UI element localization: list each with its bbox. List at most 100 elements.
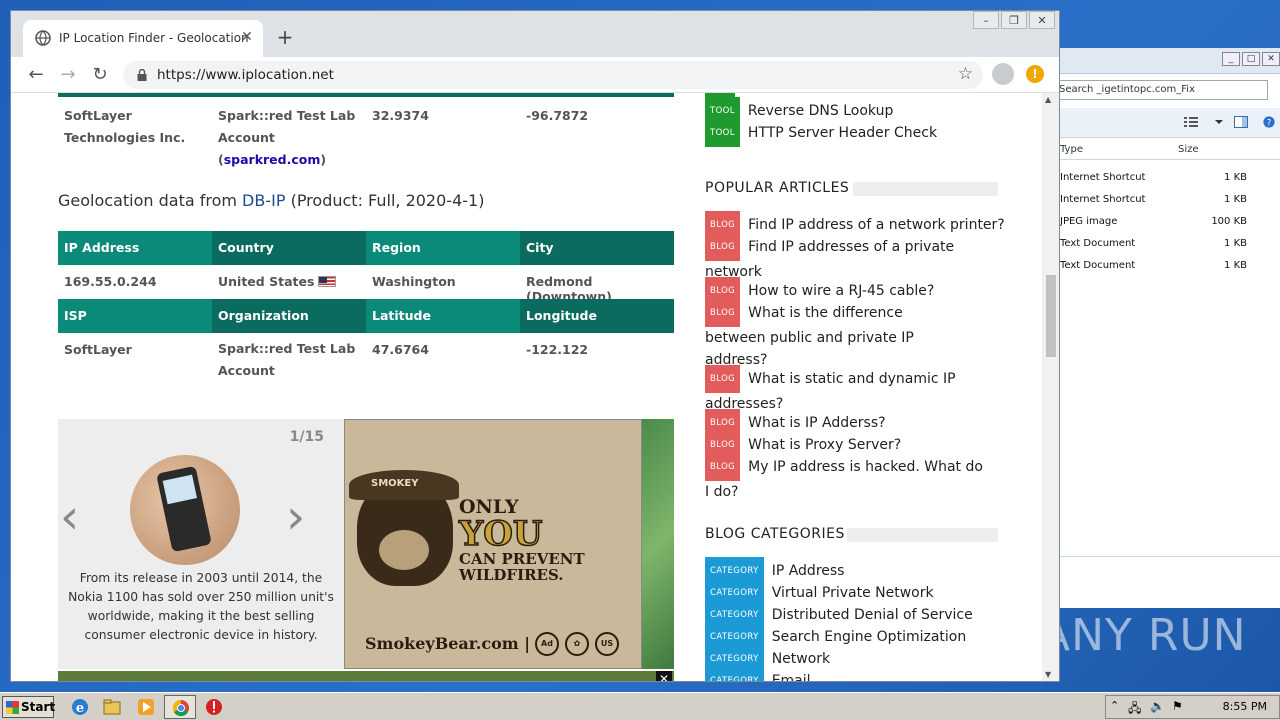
scroll-up-icon[interactable]: ▲ (1045, 95, 1051, 104)
address-bar[interactable]: https://www.iplocation.net ☆ (123, 61, 983, 89)
folder-icon[interactable] (102, 697, 122, 717)
tool-label: HTTP Server Header Check (747, 125, 938, 141)
section-heading: Geolocation data from DB-IP (Product: Fu… (58, 191, 484, 210)
file-row[interactable]: Internet Shortcut 1 KB (1056, 190, 1280, 212)
table-row: 169.55.0.244 United States Washington Re… (58, 265, 674, 304)
category-tag: CATEGORY (705, 667, 764, 681)
window-restore-icon[interactable]: ❐ (1001, 11, 1027, 29)
table-header-row: IP Address Country Region City (58, 231, 674, 265)
forward-icon[interactable]: → (57, 64, 79, 85)
column-size[interactable]: Size (1178, 144, 1199, 155)
ad-slogan-line4: WILDFIRES. (459, 566, 564, 584)
bottom-ad-banner: ✕ (58, 671, 674, 681)
page-scrollbar[interactable]: ▲ ▼ (1042, 93, 1059, 681)
close-ad-icon[interactable]: ✕ (656, 671, 672, 681)
article-label: What is IP Adderss? (748, 415, 886, 431)
view-options-icon[interactable] (1184, 116, 1198, 128)
window-close-icon[interactable]: ✕ (1029, 11, 1055, 29)
article-label: Find IP addresses of a private network (705, 239, 955, 280)
explorer-search-input[interactable]: Search _igetintopc.com_Fix (1056, 80, 1268, 100)
close-icon[interactable]: ✕ (1262, 52, 1280, 66)
smokey-bear-ad[interactable]: SMOKEY ONLY YOU CAN PREVENT WILDFIRES. S… (344, 419, 642, 669)
lock-icon (137, 69, 147, 81)
tab-iplocation[interactable]: IP Location Finder - Geolocation ✕ (23, 20, 263, 57)
window-minimize-icon[interactable]: – (973, 11, 999, 29)
chrome-taskbar-button[interactable] (164, 695, 196, 719)
article-link[interactable]: BLOG What is static and dynamic IP addres… (705, 365, 967, 415)
file-size: 1 KB (1224, 238, 1247, 249)
bookmark-star-icon[interactable]: ☆ (958, 64, 973, 84)
article-link[interactable]: BLOG Find IP addresses of a private netwo… (705, 233, 965, 283)
file-row[interactable]: JPEG image 100 KB (1056, 212, 1280, 234)
category-label: Email (771, 673, 811, 681)
tool-label: Reverse DNS Lookup (747, 103, 894, 119)
fact-slider: 1/15 ‹ › From its release in 2003 until … (58, 419, 344, 669)
minimize-icon[interactable]: _ (1222, 52, 1240, 66)
clock[interactable]: 8:55 PM (1223, 700, 1267, 713)
category-label: Search Engine Optimization (771, 629, 967, 645)
blog-tag: BLOG (705, 453, 741, 481)
category-link[interactable]: CATEGORY Email (705, 667, 1005, 681)
browser-window: IP Location Finder - Geolocation ✕ + – ❐… (10, 10, 1060, 682)
chevron-left-icon[interactable]: ‹ (60, 489, 79, 545)
reload-icon[interactable]: ↻ (89, 64, 111, 85)
side-ad-image (642, 419, 674, 669)
file-row[interactable]: Internet Shortcut 1 KB (1056, 168, 1280, 190)
explorer-titlebar[interactable]: _ □ ✕ (1056, 48, 1280, 74)
file-row[interactable]: Text Document 1 KB (1056, 234, 1280, 256)
account-avatar-icon[interactable] (992, 63, 1014, 85)
network-icon[interactable]: 🖧 (1128, 699, 1141, 720)
isp-value: SoftLayer (58, 333, 212, 367)
volume-icon[interactable]: 🔈 (1150, 699, 1165, 713)
url-text[interactable]: https://www.iplocation.net (157, 67, 334, 83)
category-label: Virtual Private Network (771, 585, 934, 601)
media-player-icon[interactable] (136, 697, 156, 717)
chevron-right-icon[interactable]: › (286, 489, 305, 545)
scroll-down-icon[interactable]: ▼ (1045, 670, 1051, 679)
maximize-icon[interactable]: □ (1242, 52, 1260, 66)
blog-tag: BLOG (705, 299, 741, 327)
update-warning-icon[interactable]: ! (1026, 65, 1044, 83)
dbip-link[interactable]: DB-IP (242, 191, 285, 210)
article-label: What is static and dynamic IP addresses? (705, 371, 956, 412)
scrollbar-thumb[interactable] (1046, 275, 1056, 357)
file-row[interactable]: Text Document 1 KB (1056, 256, 1280, 278)
internet-explorer-icon[interactable]: e (70, 697, 90, 717)
column-type[interactable]: Type (1060, 144, 1083, 155)
organization-link[interactable]: sparkred.com (224, 152, 321, 167)
heading-rule (847, 528, 998, 542)
tab-close-icon[interactable]: ✕ (239, 29, 255, 45)
file-type: Text Document (1060, 260, 1136, 271)
stop-icon[interactable] (204, 697, 224, 717)
category-label: IP Address (771, 563, 845, 579)
file-type: Internet Shortcut (1060, 172, 1146, 183)
explorer-toolbar: ? (1056, 108, 1280, 138)
article-label: What is Proxy Server? (748, 437, 902, 453)
file-type: Text Document (1060, 238, 1136, 249)
chevron-down-icon[interactable] (1212, 116, 1226, 128)
forest-service-logo: ✿ (565, 632, 589, 656)
background-explorer-window[interactable]: _ □ ✕ Search _igetintopc.com_Fix ? Type … (1055, 48, 1280, 608)
file-size: 100 KB (1211, 216, 1247, 227)
usda-logo: US (595, 632, 619, 656)
blog-tag: BLOG (705, 233, 741, 261)
back-icon[interactable]: ← (25, 64, 47, 85)
ad-council-logo: Ad (535, 632, 559, 656)
windows-logo-icon (6, 701, 19, 714)
action-center-icon[interactable]: ⚑ (1172, 699, 1183, 713)
help-icon[interactable]: ? (1262, 116, 1276, 128)
tool-tag: TOOL (705, 119, 740, 147)
bear-face (379, 530, 429, 570)
preview-pane-icon[interactable] (1234, 116, 1248, 128)
new-tab-button[interactable]: + (273, 25, 297, 49)
start-button[interactable]: Start (2, 696, 55, 718)
organization-cell: Spark::red Test Lab Account (sparkred.co… (212, 105, 366, 167)
tray-expand-icon[interactable]: ⌃ (1110, 699, 1119, 712)
country-value: United States (218, 274, 315, 289)
article-link[interactable]: BLOG What is the difference between publi… (705, 299, 967, 371)
category-label: Distributed Denial of Service (771, 607, 973, 623)
article-link[interactable]: BLOG My IP address is hacked. What do I d… (705, 453, 990, 503)
isp-link[interactable]: SoftLayer Technologies Inc. (58, 105, 212, 155)
tool-link[interactable]: TOOL HTTP Server Header Check (705, 119, 1005, 147)
file-type: JPEG image (1060, 216, 1118, 227)
